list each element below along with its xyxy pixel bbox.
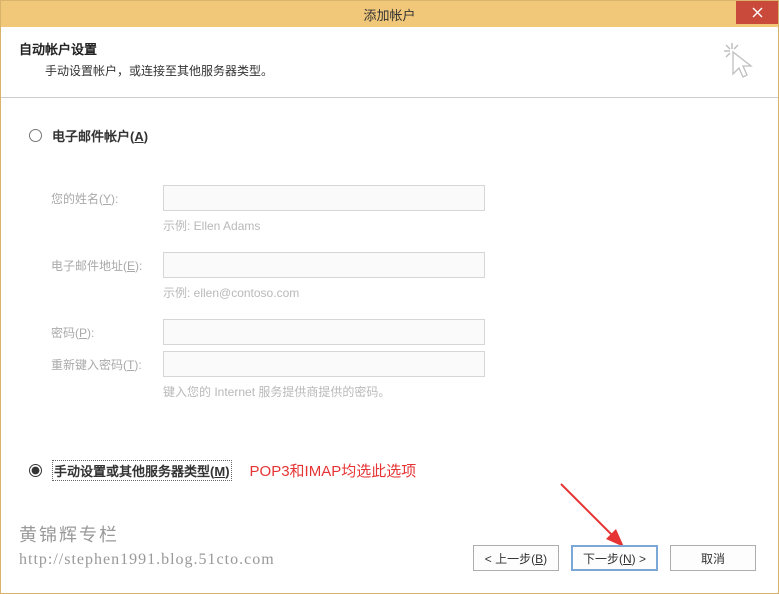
email-label: 电子邮件地址(E): xyxy=(51,257,163,274)
header-title: 自动帐户设置 xyxy=(19,39,760,58)
cancel-button[interactable]: 取消 xyxy=(670,545,756,571)
name-hint: 示例: Ellen Adams xyxy=(163,217,750,234)
wizard-footer: < 上一步(B) 下一步(N) > 取消 xyxy=(1,533,778,593)
radio-manual-setup[interactable]: 手动设置或其他服务器类型(M) POP3和IMAP均选此选项 xyxy=(29,460,750,481)
radio-email-account[interactable]: 电子邮件帐户(A) xyxy=(29,126,750,145)
password-label: 密码(P): xyxy=(51,324,163,341)
close-button[interactable] xyxy=(736,1,778,24)
name-input[interactable] xyxy=(163,185,485,211)
cursor-click-icon xyxy=(722,41,756,82)
name-label: 您的姓名(Y): xyxy=(51,190,163,207)
next-button[interactable]: 下一步(N) > xyxy=(571,545,658,571)
close-icon xyxy=(752,7,763,18)
password2-label: 重新键入密码(T): xyxy=(51,356,163,373)
password2-input[interactable] xyxy=(163,351,485,377)
annotation-text: POP3和IMAP均选此选项 xyxy=(250,460,417,481)
titlebar: 添加帐户 xyxy=(1,1,778,27)
email-form: 您的姓名(Y): 示例: Ellen Adams 电子邮件地址(E): 示例: … xyxy=(51,185,750,400)
radio-manual-input[interactable] xyxy=(29,464,42,477)
email-input[interactable] xyxy=(163,252,485,278)
back-button[interactable]: < 上一步(B) xyxy=(473,545,559,571)
password-hint: 键入您的 Internet 服务提供商提供的密码。 xyxy=(163,383,750,400)
radio-email-label: 电子邮件帐户(A) xyxy=(52,126,148,145)
header-subtitle: 手动设置帐户，或连接至其他服务器类型。 xyxy=(45,62,760,79)
password-input[interactable] xyxy=(163,319,485,345)
radio-manual-label: 手动设置或其他服务器类型(M) xyxy=(52,460,232,481)
wizard-header: 自动帐户设置 手动设置帐户，或连接至其他服务器类型。 xyxy=(1,27,778,98)
email-hint: 示例: ellen@contoso.com xyxy=(163,284,750,301)
window-title: 添加帐户 xyxy=(1,5,778,24)
radio-email-input[interactable] xyxy=(29,129,42,142)
